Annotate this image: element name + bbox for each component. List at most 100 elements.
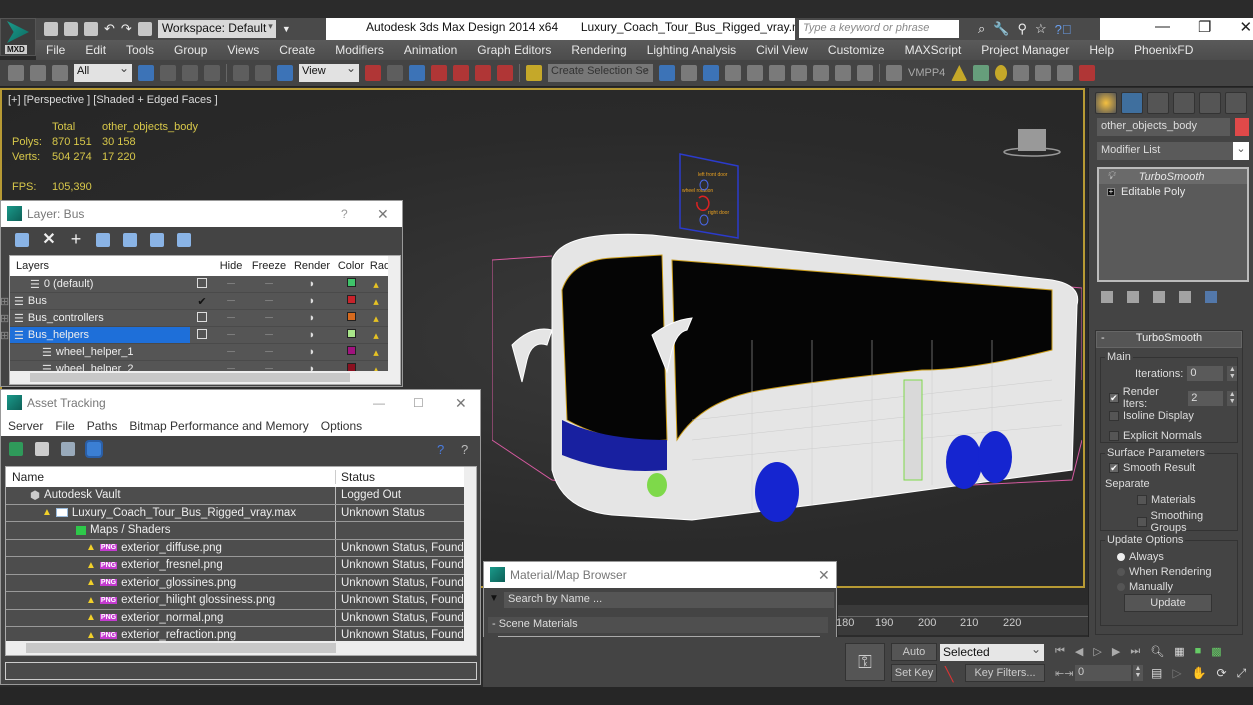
named-selection-dropdown[interactable]: Create Selection Se [548,61,653,82]
hide-toggle[interactable]: ─ [214,278,248,290]
close-icon[interactable]: ✕ [818,567,830,584]
layer-manager-icon[interactable] [703,65,719,81]
render-toggle-icon[interactable]: ◗ [290,278,334,290]
layer-name-cell[interactable]: ⊞ ☰ Bus_helpers [0,327,190,343]
pan-view-icon[interactable]: ✋ [1192,666,1207,681]
show-end-result-icon[interactable] [1127,291,1139,303]
chevron-down-icon[interactable]: ⌄ [1233,142,1249,160]
vmpp-label[interactable]: VMPP4 [908,67,945,79]
rectangular-selection-icon[interactable] [182,65,198,81]
layer-color-swatch[interactable] [334,278,368,290]
asset-name-cell[interactable]: ▲ PNG exterior_glossines.png [6,574,336,591]
list-view-icon[interactable] [35,442,49,456]
wrench-icon[interactable]: 🔧 [993,21,1009,37]
front-wheel[interactable] [755,462,799,522]
col-color[interactable]: Color [334,260,368,272]
iterations-field[interactable]: 0 [1187,366,1224,381]
modify-tab-icon[interactable] [1121,92,1143,114]
layer-dialog-titlebar[interactable]: Layer: Bus ? ✕ [1,201,402,227]
col-layers[interactable]: Layers [10,260,190,272]
iterations-spinner[interactable]: ▲ ▼ [1227,366,1238,381]
menu-phoenixfd[interactable]: PhoenixFD [1124,43,1203,57]
remove-modifier-icon[interactable] [1179,291,1191,303]
expand-icon[interactable]: ⊞ [0,312,10,325]
hide-toggle[interactable]: ─ [214,346,248,358]
motion-tab-icon[interactable] [1173,92,1195,114]
play-icon[interactable]: ▷ [1093,645,1101,658]
selection-set-dropdown[interactable]: Selected ⌄ [940,642,1044,661]
satellite-icon[interactable]: ⚲ [1017,21,1027,37]
rendered-frame-window-icon[interactable] [835,65,851,81]
asset-name-cell[interactable]: ▲ PNG exterior_hilight glossiness.png [6,592,336,609]
materials-checkbox[interactable] [1137,495,1147,505]
scene-materials-section[interactable]: - Scene Materials [488,617,828,633]
highlight-layer-icon[interactable] [123,233,137,247]
workspace-dropdown[interactable]: Workspace: Default [157,20,276,38]
smooth-result-checkbox[interactable]: ✔ [1109,463,1119,473]
app-menu-button[interactable]: MXD [0,18,36,56]
reference-coord-dropdown[interactable]: View [299,61,359,82]
layer-row[interactable]: ⊞ ☰ Bus_controllers ─ ─ ◗ ▴ [0,310,400,327]
menu-project-manager[interactable]: Project Manager [971,43,1079,57]
vertical-scrollbar[interactable] [388,256,400,371]
object-name-field[interactable]: other_objects_body [1097,118,1230,136]
hide-toggle[interactable]: ─ [214,295,248,307]
light-bulb-icon[interactable] [995,65,1008,81]
lightbulb-icon[interactable]: 💡︎ [1107,170,1115,183]
side-door[interactable] [903,379,923,481]
close-icon[interactable]: ✕ [455,395,467,412]
minimize-icon[interactable]: — [1155,18,1170,36]
asset-menu-paths[interactable]: Paths [87,419,118,433]
favorites-star-icon[interactable]: ☆ [1035,21,1047,37]
radiosity-icon[interactable]: ▴ [368,346,384,359]
set-key-mode-button[interactable]: ⚿ [845,643,885,681]
zoom-extents-all-icon[interactable]: ▩ [1211,645,1221,658]
link-icon[interactable] [8,65,24,81]
when-rendering-radio[interactable] [1117,568,1125,576]
orbit-icon[interactable]: ⟳ [1217,666,1227,681]
layer-color-swatch[interactable] [334,346,368,358]
select-move-icon[interactable] [233,65,249,81]
select-manipulate-icon[interactable] [387,65,403,81]
angle-snap-icon[interactable] [453,65,469,81]
zoom-icon[interactable]: 🔍︎ [1150,645,1164,658]
utilities-tab-icon[interactable] [1225,92,1247,114]
expand-icon[interactable]: ⊞ [0,295,10,308]
delete-layer-icon[interactable]: ✕ [42,232,56,248]
field-of-view-icon[interactable]: ▷ [1172,666,1181,681]
auto-key-button[interactable]: Auto Key [891,643,937,675]
warning-icon[interactable] [951,65,968,81]
wheel-rotation-controller[interactable] [696,195,710,212]
axis-tool-icon[interactable] [1013,65,1030,81]
refresh-icon[interactable] [9,442,23,456]
open-file-icon[interactable] [64,22,78,36]
menu-edit[interactable]: Edit [75,43,116,57]
previous-frame-icon[interactable]: ◀ [1075,645,1083,658]
create-tab-icon[interactable] [1095,92,1117,114]
horizontal-scrollbar[interactable] [10,371,400,384]
menu-create[interactable]: Create [269,43,325,57]
window-crossing-icon[interactable] [204,65,220,81]
expand-icon[interactable]: + [1107,187,1115,196]
asset-row[interactable]: ⬢ Autodesk Vault Logged Out [6,487,476,505]
rear-wheel-1[interactable] [946,435,982,489]
help-button[interactable]: ? [341,207,348,221]
asset-row[interactable]: ▲ PNG exterior_hilight glossiness.png Unkno… [6,592,476,610]
layer-row[interactable]: ☰ 0 (default) ─ ─ ◗ ▴ [10,276,400,293]
hide-toggle[interactable]: ─ [214,312,248,324]
menu-civil-view[interactable]: Civil View [746,43,818,57]
freeze-toggle[interactable]: ─ [248,295,290,307]
isoline-display-checkbox[interactable] [1109,411,1119,421]
asset-menu-server[interactable]: Server [8,419,43,433]
render-setup-icon[interactable] [813,65,829,81]
layer-properties-icon[interactable] [177,233,191,247]
maximize-icon[interactable]: ☐ [413,396,424,410]
default-in-out-tangents-icon[interactable]: ╲ [945,666,953,683]
select-object-icon[interactable] [138,65,154,81]
pin-stack-icon[interactable] [1101,291,1113,303]
explicit-normals-checkbox[interactable] [1109,431,1119,441]
layer-name-cell[interactable]: ⊞ ☰ Bus_controllers [0,310,190,326]
configure-modifier-sets-icon[interactable] [1205,291,1217,303]
asset-row[interactable]: ▲ Luxury_Coach_Tour_Bus_Rigged_vray.max Un… [6,504,476,522]
asset-name-cell[interactable]: ▲ PNG exterior_fresnel.png [6,557,336,574]
